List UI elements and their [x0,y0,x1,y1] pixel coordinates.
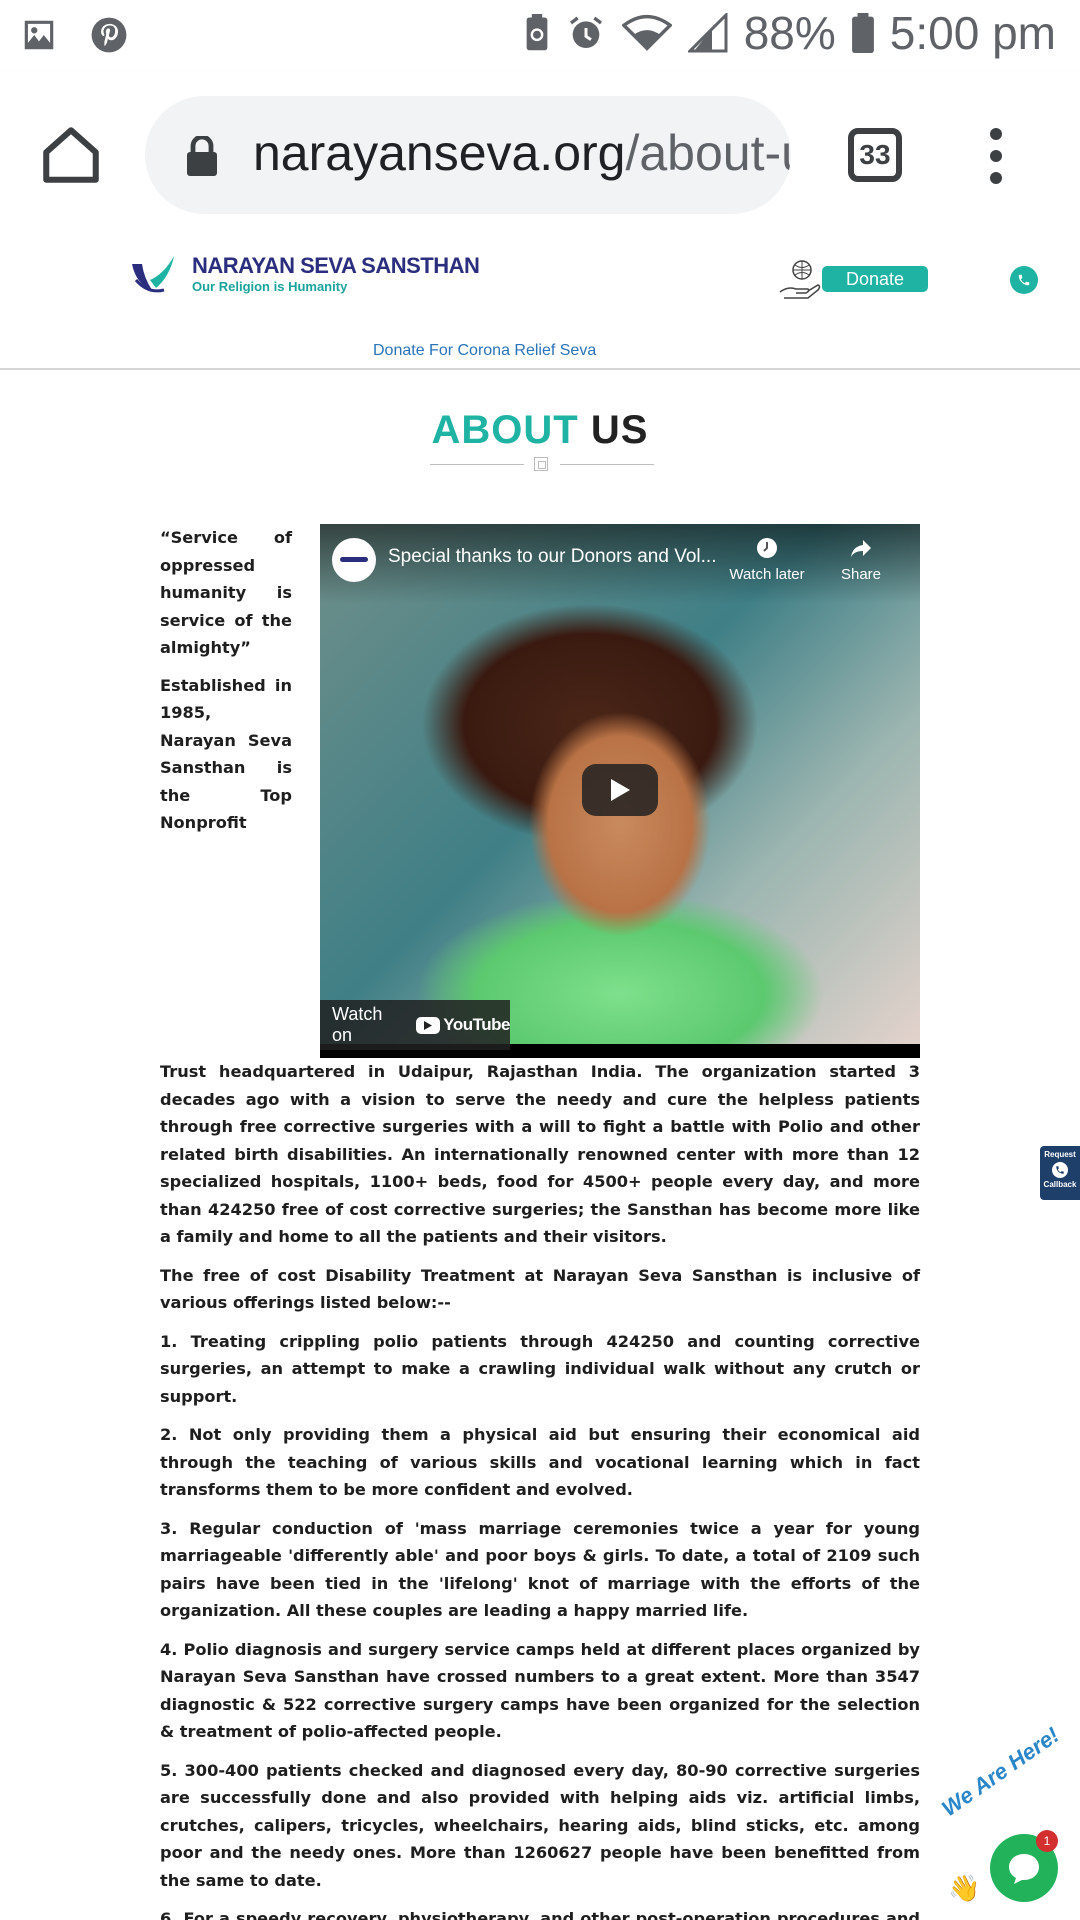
tab-switcher-button[interactable]: 33 [848,128,902,182]
battery-icon [851,13,874,53]
lock-icon [187,136,217,176]
callback-label-line2: Callback [1043,1180,1077,1189]
callback-phone-icon [1052,1162,1068,1178]
play-icon [611,779,630,801]
signal-icon [687,13,728,53]
page-title: ABOUT US [0,408,1080,453]
intro-column: “Service of oppressed humanity is servic… [160,524,292,847]
watch-on-youtube-button[interactable]: Watch on YouTube [320,1000,510,1050]
list-item: 2. Not only providing them a physical ai… [160,1425,920,1499]
list-item: 6. For a speedy recovery, physiotherapy,… [160,1909,920,1920]
overflow-menu-icon[interactable] [984,128,1008,184]
paragraph-offerings-intro: The free of cost Disability Treatment at… [160,1265,920,1313]
about-body: Trust headquartered in Udaipur, Rajastha… [160,1058,920,1920]
chat-notification-badge: 1 [1036,1830,1058,1852]
share-label: Share [840,566,882,583]
chat-widget[interactable]: We Are Here! 👋 1 [937,1722,1080,1920]
watch-later-button[interactable]: Watch later [722,536,812,583]
corona-relief-link[interactable]: Donate For Corona Relief Seva [373,342,596,360]
url-text: narayanseva.org/about-u [253,124,791,182]
url-domain: narayanseva.org [253,125,626,181]
list-item: 5. 300-400 patients checked and diagnose… [160,1760,920,1890]
site-logo[interactable]: NARAYAN SEVA SANSTHAN Our Religion is Hu… [130,250,480,296]
youtube-video-embed[interactable]: Special thanks to our Donors and Vol... … [320,524,920,1058]
gallery-icon [24,20,54,50]
browser-toolbar: narayanseva.org/about-u 33 [0,72,1080,240]
request-callback-button[interactable]: Request Callback [1040,1146,1080,1200]
phone-icon[interactable] [1010,266,1038,294]
list-item: 4. Polio diagnosis and surgery service c… [160,1639,920,1742]
channel-avatar[interactable] [332,538,376,582]
waving-hand-icon: 👋 [948,1874,981,1904]
clock-icon [757,538,777,558]
paragraph-history: Trust headquartered in Udaipur, Rajastha… [160,1062,920,1246]
youtube-label: YouTube [443,1015,510,1034]
share-arrow-icon [851,540,871,557]
battery-percent: 88% [743,7,836,59]
youtube-logo-icon: YouTube [416,1015,510,1035]
quote-text: “Service of oppressed humanity is servic… [160,528,292,657]
hands-logo-icon [132,256,174,293]
play-button[interactable] [582,764,658,816]
battery-saver-icon [526,14,548,51]
home-icon[interactable] [38,122,104,188]
chat-bubble-icon [1009,1854,1039,1884]
video-title[interactable]: Special thanks to our Donors and Vol... [388,546,716,568]
clock: 5:00 pm [889,7,1056,59]
logo-name: NARAYAN SEVA SANSTHAN [192,252,480,278]
list-item: 3. Regular conduction of 'mass marriage … [160,1518,920,1621]
share-button[interactable]: Share [816,536,906,583]
donate-button[interactable]: Donate [822,266,928,292]
list-item: 1. Treating crippling polio patients thr… [160,1331,920,1406]
status-bar: 88% 5:00 pm [0,0,1080,72]
watch-on-label: Watch on [332,1004,383,1045]
callback-label-line1: Request [1044,1150,1076,1159]
intro-text: Established in 1985, Narayan Seva Sansth… [160,675,292,833]
watch-later-label: Watch later [729,566,805,583]
donate-hand-icon [779,260,821,299]
chat-label: We Are Here! [937,1722,1064,1822]
site-header: NARAYAN SEVA SANSTHAN Our Religion is Hu… [0,240,1080,370]
title-rest: US [590,408,649,452]
address-bar[interactable]: narayanseva.org/about-u [145,96,791,214]
title-divider [430,456,654,472]
alarm-icon [569,16,602,48]
tab-count: 33 [859,139,891,170]
title-accent: ABOUT [431,408,579,452]
pinterest-icon [91,17,127,53]
wifi-icon [621,14,672,51]
logo-tagline: Our Religion is Humanity [192,278,348,294]
url-path: /about-u [625,125,791,181]
